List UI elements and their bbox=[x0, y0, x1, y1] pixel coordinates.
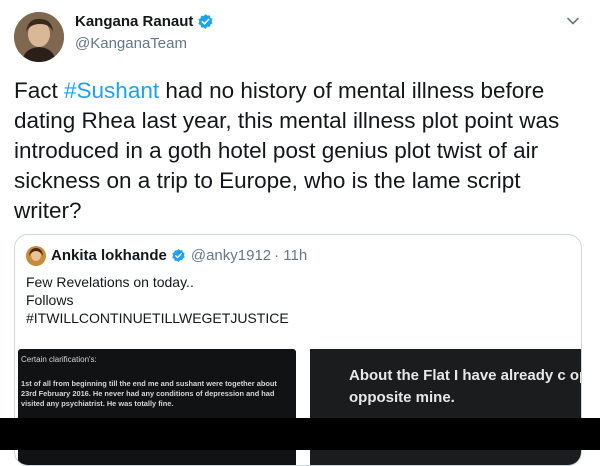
author-avatar[interactable] bbox=[14, 12, 64, 62]
image-text: About the Flat I have already c opinion … bbox=[349, 367, 581, 406]
tweet-text: Fact #Sushant had no history of mental i… bbox=[14, 76, 589, 226]
chevron-down-icon[interactable] bbox=[566, 14, 580, 28]
image-heading: Certain clarification's: bbox=[21, 355, 97, 364]
hashtag-link[interactable]: #Sushant bbox=[64, 78, 159, 103]
author-name[interactable]: Kangana Ranaut bbox=[75, 13, 193, 30]
quoted-name-row: Ankita lokhande @anky1912 · 11h bbox=[51, 247, 307, 264]
tweet-text-pre: Fact bbox=[14, 78, 65, 103]
verified-badge-icon bbox=[197, 13, 214, 30]
quoted-text-line-2: Follows bbox=[26, 292, 74, 308]
author-name-row: Kangana Ranaut bbox=[75, 13, 214, 30]
author-handle[interactable]: @KanganaTeam bbox=[75, 35, 187, 52]
bottom-black-band bbox=[0, 418, 600, 450]
quoted-avatar[interactable] bbox=[26, 246, 46, 266]
quoted-handle[interactable]: @anky1912 bbox=[191, 247, 271, 264]
quoted-author-name[interactable]: Ankita lokhande bbox=[51, 247, 167, 264]
quoted-hashtag[interactable]: #ITWILLCONTINUETILLWEGETJUSTICE bbox=[26, 310, 289, 326]
verified-badge-icon bbox=[171, 248, 186, 263]
quoted-text-line-1: Few Revelations on today.. bbox=[26, 274, 194, 290]
quoted-time[interactable]: · 11h bbox=[274, 247, 307, 264]
image-body-text: 1st of all from beginning till the end m… bbox=[21, 379, 277, 408]
